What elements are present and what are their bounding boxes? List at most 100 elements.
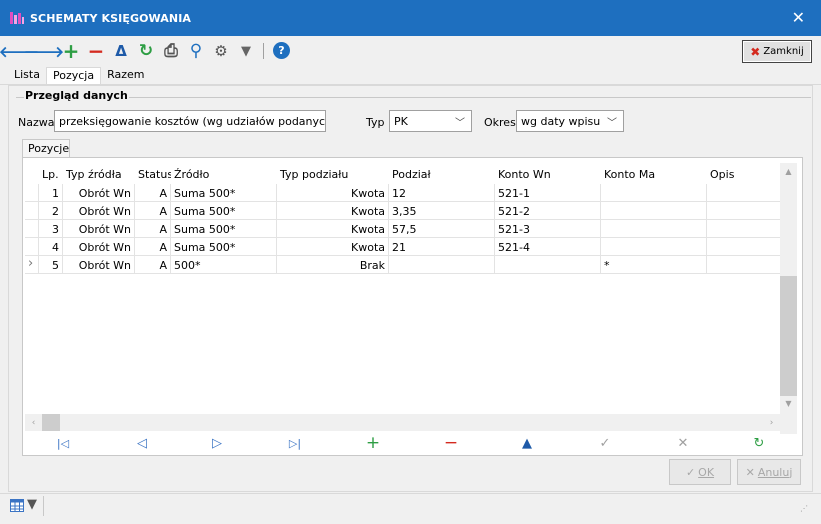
cell-konto-wn[interactable]: 521-2 xyxy=(495,202,601,220)
cell-opis[interactable] xyxy=(707,184,780,202)
accept-triangle-icon[interactable]: Δ xyxy=(112,42,130,60)
cell-lp[interactable]: 3 xyxy=(39,220,63,238)
tab-pozycje[interactable]: Pozycje xyxy=(22,139,70,157)
cell-konto-wn[interactable] xyxy=(495,256,601,274)
close-button[interactable]: ✖ Zamknij xyxy=(742,40,812,63)
last-record-icon[interactable]: ▷| xyxy=(285,434,305,452)
cell-opis[interactable] xyxy=(707,202,780,220)
horizontal-scrollbar[interactable]: ‹ › xyxy=(25,414,780,431)
column-header-typ-podzialu[interactable]: Typ podziału xyxy=(277,164,389,184)
cell-zrodlo[interactable]: Suma 500* xyxy=(171,238,277,256)
row-indicator[interactable] xyxy=(25,202,39,220)
grid-view-icon[interactable] xyxy=(10,499,24,512)
cell-typ-zrodla[interactable]: Obrót Wn xyxy=(63,202,135,220)
cell-zrodlo[interactable]: Suma 500* xyxy=(171,184,277,202)
cell-konto-ma[interactable] xyxy=(601,238,707,256)
first-record-icon[interactable]: |◁ xyxy=(53,434,73,452)
cell-status[interactable]: A xyxy=(135,184,171,202)
next-record-icon[interactable]: ▷ xyxy=(207,434,227,452)
cell-lp[interactable]: 2 xyxy=(39,202,63,220)
forward-arrow-icon[interactable]: 🡒 xyxy=(24,42,64,61)
cell-konto-ma[interactable] xyxy=(601,220,707,238)
table-row[interactable]: 2 Obrót Wn A Suma 500* Kwota 3,35 521-2 xyxy=(25,202,780,220)
cell-konto-ma[interactable]: * xyxy=(601,256,707,274)
tab-razem[interactable]: Razem xyxy=(101,67,150,84)
add-record-icon[interactable]: + xyxy=(363,433,383,453)
cell-lp[interactable]: 1 xyxy=(39,184,63,202)
nazwa-field[interactable]: przeksięgowanie kosztów (wg udziałów pod… xyxy=(54,110,326,132)
cell-podzial[interactable]: 57,5 xyxy=(389,220,495,238)
resize-grip-icon[interactable]: ⋰ xyxy=(800,504,808,513)
cell-typ-podzialu[interactable]: Kwota xyxy=(277,220,389,238)
column-header-typ-zrodla[interactable]: Typ źródła xyxy=(63,164,135,184)
cell-podzial[interactable] xyxy=(389,256,495,274)
edit-record-icon[interactable]: ▲ xyxy=(517,434,537,452)
window-close-icon[interactable]: ✕ xyxy=(792,8,805,27)
refresh-records-icon[interactable]: ↻ xyxy=(749,434,769,452)
settings-icon[interactable]: ⚙ xyxy=(212,42,230,60)
cell-opis[interactable] xyxy=(707,238,780,256)
cell-zrodlo[interactable]: 500* xyxy=(171,256,277,274)
add-icon[interactable]: + xyxy=(62,39,80,63)
cell-typ-zrodla[interactable]: Obrót Wn xyxy=(63,184,135,202)
cell-opis[interactable] xyxy=(707,220,780,238)
column-header-status[interactable]: Status xyxy=(135,164,171,184)
cell-konto-ma[interactable] xyxy=(601,184,707,202)
horizontal-scroll-thumb[interactable] xyxy=(42,414,60,431)
table-row[interactable]: 1 Obrót Wn A Suma 500* Kwota 12 521-1 xyxy=(25,184,780,202)
cancel-edit-icon[interactable]: ✕ xyxy=(673,434,693,452)
cell-zrodlo[interactable]: Suma 500* xyxy=(171,202,277,220)
prev-record-icon[interactable]: ◁ xyxy=(132,434,152,452)
cell-lp[interactable]: 5 xyxy=(39,256,63,274)
column-header-konto-ma[interactable]: Konto Ma xyxy=(601,164,707,184)
cell-status[interactable]: A xyxy=(135,256,171,274)
cell-typ-podzialu[interactable]: Kwota xyxy=(277,202,389,220)
cell-lp[interactable]: 4 xyxy=(39,238,63,256)
cell-typ-podzialu[interactable]: Kwota xyxy=(277,184,389,202)
cell-typ-zrodla[interactable]: Obrót Wn xyxy=(63,220,135,238)
scroll-left-icon[interactable]: ‹ xyxy=(25,414,42,431)
row-indicator[interactable] xyxy=(25,184,39,202)
column-header-zrodlo[interactable]: Źródło xyxy=(171,164,277,184)
row-indicator[interactable] xyxy=(25,220,39,238)
cell-typ-podzialu[interactable]: Kwota xyxy=(277,238,389,256)
cell-typ-zrodla[interactable]: Obrót Wn xyxy=(63,256,135,274)
column-header-konto-wn[interactable]: Konto Wn xyxy=(495,164,601,184)
row-indicator[interactable] xyxy=(25,238,39,256)
remove-icon[interactable]: − xyxy=(87,39,105,63)
cell-typ-zrodla[interactable]: Obrót Wn xyxy=(63,238,135,256)
cell-konto-wn[interactable]: 521-3 xyxy=(495,220,601,238)
scroll-down-icon[interactable]: ▼ xyxy=(780,395,797,412)
table-row[interactable]: 4 Obrót Wn A Suma 500* Kwota 21 521-4 xyxy=(25,238,780,256)
vertical-scrollbar[interactable]: ▲ ▼ xyxy=(780,163,797,434)
cell-status[interactable]: A xyxy=(135,220,171,238)
vertical-scroll-thumb[interactable] xyxy=(780,276,797,396)
cell-zrodlo[interactable]: Suma 500* xyxy=(171,220,277,238)
tab-pozycja[interactable]: Pozycja xyxy=(45,67,102,84)
ok-button[interactable]: ✓ OK xyxy=(669,459,731,485)
column-header-podzial[interactable]: Podział xyxy=(389,164,495,184)
column-header-lp[interactable]: Lp. xyxy=(39,164,63,184)
okres-select[interactable]: wg daty wpisu ﹀ xyxy=(516,110,624,132)
post-edit-icon[interactable]: ✓ xyxy=(595,434,615,452)
search-icon[interactable]: ⚲ xyxy=(187,41,205,61)
filter-icon[interactable]: ▼ xyxy=(237,42,255,60)
cell-typ-podzialu[interactable]: Brak xyxy=(277,256,389,274)
scroll-right-icon[interactable]: › xyxy=(763,414,780,431)
status-filter-icon[interactable]: ▼ xyxy=(27,497,37,512)
cell-status[interactable]: A xyxy=(135,202,171,220)
cell-podzial[interactable]: 3,35 xyxy=(389,202,495,220)
cell-podzial[interactable]: 12 xyxy=(389,184,495,202)
cell-status[interactable]: A xyxy=(135,238,171,256)
scroll-up-icon[interactable]: ▲ xyxy=(780,163,797,180)
cell-konto-wn[interactable]: 521-1 xyxy=(495,184,601,202)
cell-opis[interactable] xyxy=(707,256,780,274)
table-row[interactable]: 3 Obrót Wn A Suma 500* Kwota 57,5 521-3 xyxy=(25,220,780,238)
cell-konto-wn[interactable]: 521-4 xyxy=(495,238,601,256)
table-row[interactable]: › 5 Obrót Wn A 500* Brak * xyxy=(25,256,780,274)
typ-select[interactable]: PK ﹀ xyxy=(389,110,472,132)
cell-konto-ma[interactable] xyxy=(601,202,707,220)
tab-lista[interactable]: Lista xyxy=(8,67,46,84)
column-header-opis[interactable]: Opis xyxy=(707,164,780,184)
delete-record-icon[interactable]: − xyxy=(441,433,461,453)
